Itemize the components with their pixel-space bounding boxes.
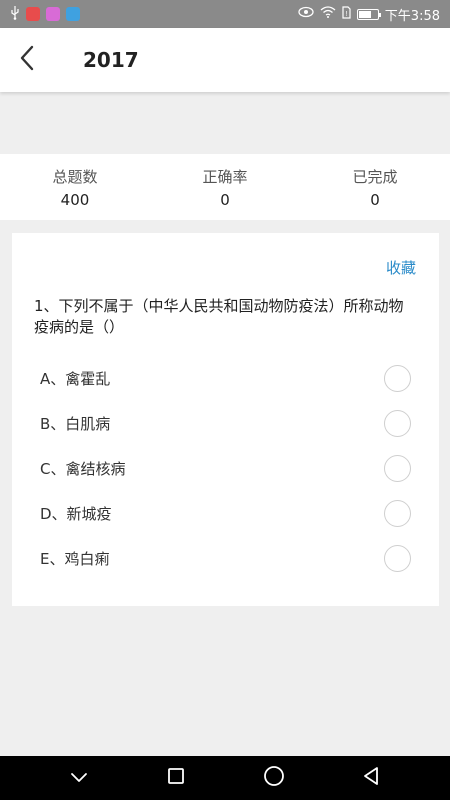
nav-back-icon (362, 766, 380, 790)
options-list: A、禽霍乱 B、白肌病 C、禽结核病 D、新城疫 E、鸡白痢 (12, 356, 439, 581)
option-e-text: E、鸡白痢 (40, 550, 110, 568)
option-b-text: B、白肌病 (40, 415, 111, 433)
favorite-button[interactable]: 收藏 (386, 257, 416, 278)
stats-panel: 总题数 400 正确率 0 已完成 0 (0, 154, 450, 220)
app-icon-2 (46, 7, 60, 21)
stat-total-label: 总题数 (52, 167, 98, 186)
app-icon-1 (26, 7, 40, 21)
stat-completed-label: 已完成 (352, 167, 398, 186)
option-a-text: A、禽霍乱 (40, 370, 111, 388)
nav-recents-icon (167, 767, 185, 789)
stat-completed: 已完成 0 (300, 154, 450, 220)
stat-total: 总题数 400 (0, 154, 150, 220)
status-bar: ! 下午3:58 (0, 0, 450, 28)
chevron-left-icon (19, 45, 35, 75)
usb-icon (10, 6, 20, 22)
radio-circle-icon[interactable] (384, 410, 411, 437)
stat-accuracy-value: 0 (220, 190, 230, 209)
option-e[interactable]: E、鸡白痢 (12, 536, 439, 581)
nav-home-icon (263, 765, 285, 791)
stat-accuracy-label: 正确率 (202, 167, 248, 186)
system-nav-bar (0, 756, 450, 800)
status-bar-right: ! 下午3:58 (298, 5, 440, 24)
status-time: 下午3:58 (384, 8, 440, 24)
option-c-text: C、禽结核病 (40, 460, 126, 478)
radio-circle-icon[interactable] (384, 500, 411, 527)
back-button[interactable] (2, 28, 52, 92)
option-c[interactable]: C、禽结核病 (12, 446, 439, 491)
nav-collapse-icon (70, 769, 88, 788)
nav-home-button[interactable] (254, 758, 294, 798)
option-b[interactable]: B、白肌病 (12, 401, 439, 446)
stat-accuracy: 正确率 0 (150, 154, 300, 220)
option-d[interactable]: D、新城疫 (12, 491, 439, 536)
option-a[interactable]: A、禽霍乱 (12, 356, 439, 401)
radio-circle-icon[interactable] (384, 545, 411, 572)
status-bar-left (10, 6, 80, 22)
question-text: 1、下列不属于（中华人民共和国动物防疫法）所称动物疫病的是（） (34, 297, 404, 336)
nav-collapse-button[interactable] (59, 758, 99, 798)
eye-icon (298, 6, 314, 22)
app-bar: 2017 (0, 28, 450, 92)
nav-recents-button[interactable] (156, 758, 196, 798)
radio-circle-icon[interactable] (384, 365, 411, 392)
nav-back-button[interactable] (351, 758, 391, 798)
sim-icon: ! (342, 5, 351, 23)
stat-completed-value: 0 (370, 190, 380, 209)
page-title: 2017 (83, 48, 139, 72)
svg-text:!: ! (345, 11, 347, 18)
app-icon-3 (66, 7, 80, 21)
option-d-text: D、新城疫 (40, 505, 112, 523)
radio-circle-icon[interactable] (384, 455, 411, 482)
wifi-icon (320, 6, 336, 22)
stat-total-value: 400 (60, 190, 90, 209)
battery-icon (356, 8, 381, 20)
question-card: 收藏 1、下列不属于（中华人民共和国动物防疫法）所称动物疫病的是（） A、禽霍乱… (12, 233, 439, 606)
